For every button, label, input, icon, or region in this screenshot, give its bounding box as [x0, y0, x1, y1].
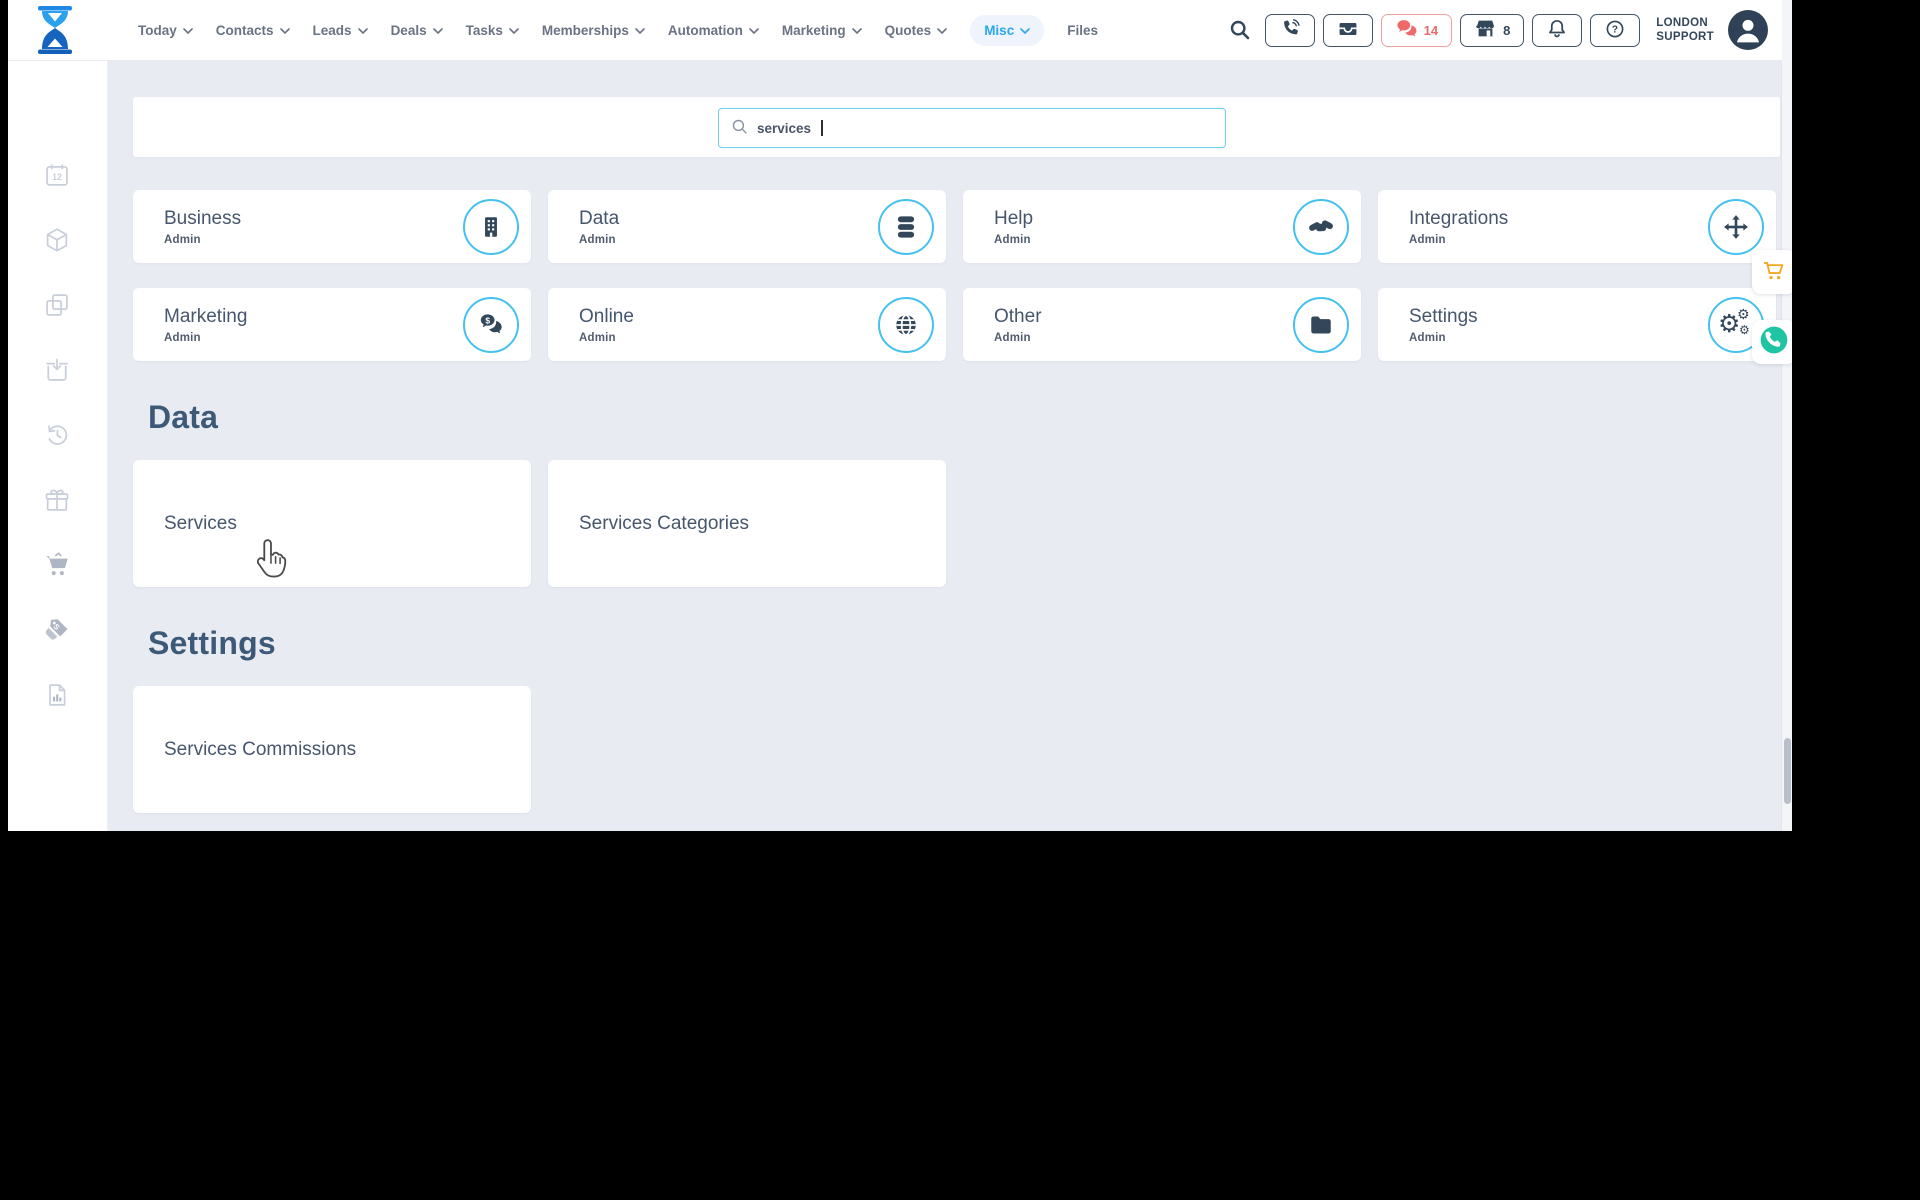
search-value: services	[757, 120, 812, 136]
category-card-online[interactable]: Online Admin	[548, 288, 946, 361]
inbox-in-icon[interactable]	[43, 356, 71, 384]
nav-item-automation[interactable]: Automation	[668, 23, 759, 38]
card-services[interactable]: Services	[133, 460, 531, 587]
card-services-commissions[interactable]: Services Commissions	[133, 686, 531, 813]
category-card-help[interactable]: Help Admin	[963, 190, 1361, 263]
top-navigation-bar: Today Contacts Leads Deals Tasks Members…	[8, 0, 1782, 61]
nav-item-contacts[interactable]: Contacts	[216, 23, 290, 38]
store-button[interactable]: 8	[1460, 13, 1525, 47]
arrows-move-icon	[1708, 198, 1764, 255]
whatsapp-fab[interactable]	[1752, 320, 1792, 364]
copy-icon[interactable]	[43, 291, 71, 319]
header-actions: 14 8 ? LONDON SUPPORT	[1228, 0, 1768, 60]
chevron-down-icon	[357, 28, 368, 34]
user-avatar[interactable]	[1728, 10, 1768, 50]
category-card-integrations[interactable]: Integrations Admin	[1378, 190, 1776, 263]
chevron-down-icon	[279, 28, 290, 34]
phone-icon	[1279, 18, 1301, 43]
tags-icon[interactable]: S	[43, 616, 71, 644]
nav-item-leads[interactable]: Leads	[313, 23, 368, 38]
bell-icon	[1546, 18, 1568, 43]
category-card-data[interactable]: Data Admin	[548, 190, 946, 263]
gift-icon[interactable]	[43, 486, 71, 514]
left-icon-sidebar: 12 S	[8, 60, 108, 831]
chevron-down-icon	[851, 28, 862, 34]
history-icon[interactable]	[43, 421, 71, 449]
search-icon[interactable]	[1228, 18, 1252, 42]
cart-icon	[1761, 257, 1787, 288]
scrollbar-thumb[interactable]	[1784, 738, 1791, 804]
inbox-tray-icon	[1337, 18, 1359, 43]
calendar-icon[interactable]: 12	[43, 161, 71, 189]
question-mark-icon: ?	[1604, 18, 1626, 43]
notifications-button[interactable]	[1532, 13, 1583, 47]
category-card-settings[interactable]: Settings Admin ⚙ ⚙ ⚙	[1378, 288, 1776, 361]
section-heading-settings: Settings	[148, 625, 276, 661]
chevron-down-icon	[635, 28, 645, 34]
chevron-down-icon	[1020, 28, 1031, 34]
report-document-icon[interactable]	[43, 681, 71, 709]
nav-item-marketing[interactable]: Marketing	[782, 23, 862, 38]
chevron-down-icon	[937, 28, 947, 34]
app-logo-icon[interactable]	[28, 3, 82, 57]
chat-button[interactable]: 14	[1380, 13, 1453, 47]
section-heading-data: Data	[148, 399, 219, 435]
handshake-icon	[1293, 198, 1349, 255]
nav-item-tasks[interactable]: Tasks	[466, 23, 519, 38]
nav-item-today[interactable]: Today	[138, 23, 193, 38]
money-chat-icon: $	[463, 296, 519, 353]
nav-item-memberships[interactable]: Memberships	[542, 23, 645, 38]
category-card-marketing[interactable]: Marketing Admin $	[133, 288, 531, 361]
nav-item-files[interactable]: Files	[1067, 23, 1098, 38]
nav-item-deals[interactable]: Deals	[391, 23, 443, 38]
chevron-down-icon	[432, 28, 443, 34]
category-card-other[interactable]: Other Admin	[963, 288, 1361, 361]
globe-icon	[878, 296, 934, 353]
chevron-down-icon	[182, 28, 193, 34]
account-name: LONDON SUPPORT	[1656, 16, 1714, 43]
database-icon	[878, 198, 934, 255]
svg-text:?: ?	[1612, 24, 1618, 35]
whatsapp-icon	[1758, 324, 1790, 361]
search-icon	[731, 118, 748, 138]
services-search-input[interactable]: services	[718, 108, 1226, 148]
cart-fab[interactable]	[1752, 250, 1792, 294]
card-services-categories[interactable]: Services Categories	[548, 460, 946, 587]
store-count-badge: 8	[1503, 22, 1511, 38]
main-nav: Today Contacts Leads Deals Tasks Members…	[138, 0, 1098, 60]
category-card-business[interactable]: Business Admin	[133, 190, 531, 263]
chevron-down-icon	[509, 28, 519, 34]
cart-icon[interactable]	[43, 551, 71, 579]
help-button[interactable]: ?	[1590, 13, 1641, 47]
building-icon	[463, 198, 519, 255]
package-icon[interactable]	[43, 226, 71, 254]
text-cursor	[821, 120, 823, 136]
svg-text:$: $	[485, 315, 490, 325]
folder-icon	[1293, 296, 1349, 353]
page-scrollbar[interactable]	[1781, 0, 1792, 831]
nav-item-quotes[interactable]: Quotes	[885, 23, 948, 38]
inbox-button[interactable]	[1322, 13, 1373, 47]
storefront-icon	[1474, 17, 1497, 43]
app-window: Today Contacts Leads Deals Tasks Members…	[8, 0, 1792, 831]
phone-button[interactable]	[1264, 13, 1315, 47]
nav-item-misc[interactable]: Misc	[970, 14, 1045, 46]
chat-bubbles-icon	[1395, 17, 1418, 43]
chevron-down-icon	[749, 28, 759, 34]
svg-text:12: 12	[52, 172, 62, 182]
chat-count-badge: 14	[1423, 22, 1439, 38]
